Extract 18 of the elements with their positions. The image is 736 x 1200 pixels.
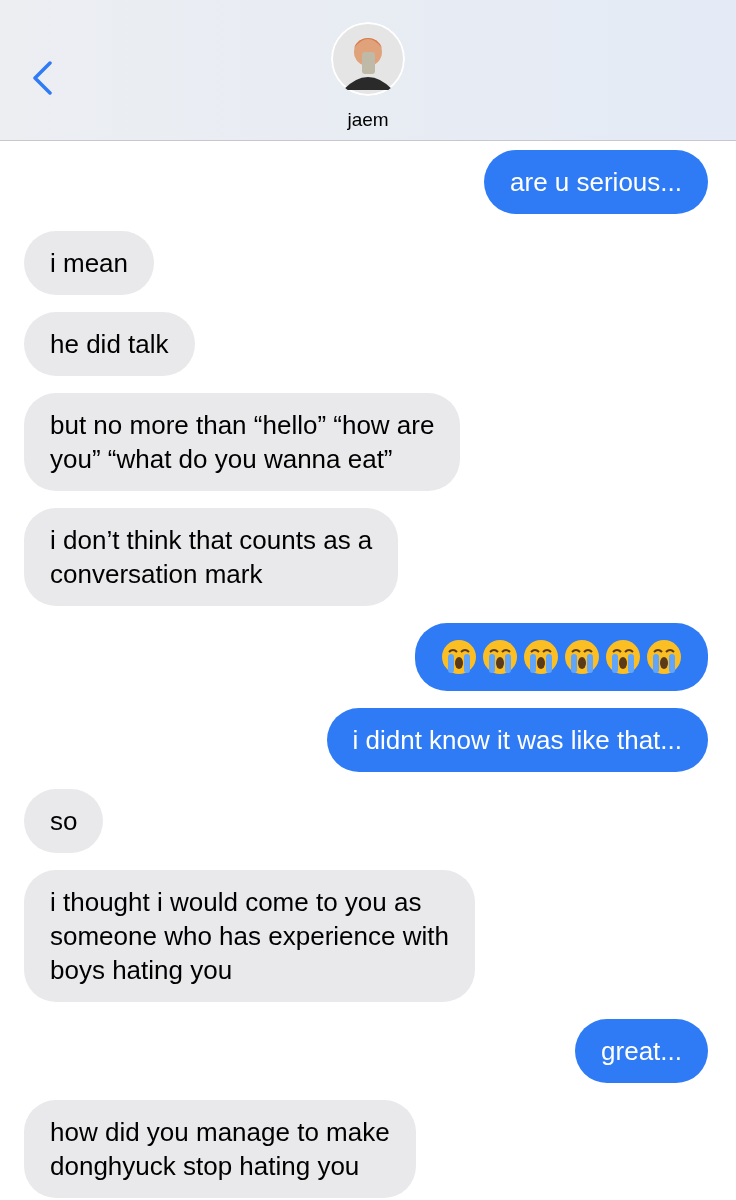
message-text: so: [50, 806, 78, 836]
crying-face-icon: [646, 639, 682, 675]
message-text: are u serious...: [510, 167, 682, 197]
message-text: great...: [601, 1036, 682, 1066]
message-text: i didnt know it was like that...: [352, 725, 682, 755]
message-text: i thought i would come to you as someone who has experience with boys hating you: [50, 887, 449, 985]
message-text: how did you manage to make donghyuck stop hating you: [50, 1117, 390, 1181]
contact-name: jaem: [347, 108, 389, 132]
message-text: i don’t think that counts as a conversation mark: [50, 525, 373, 589]
crying-face-icon: [523, 639, 559, 675]
crying-face-icon: [482, 639, 518, 675]
message-text: he did talk: [50, 329, 169, 359]
message-text: i mean: [50, 248, 129, 278]
crying-face-icon: [564, 639, 600, 675]
crying-face-icon: [441, 639, 477, 675]
message-text: but no more than “hello” “how are you” “what do you wanna eat”: [50, 410, 435, 474]
crying-face-icon: [605, 639, 641, 675]
back-icon[interactable]: [31, 61, 53, 95]
